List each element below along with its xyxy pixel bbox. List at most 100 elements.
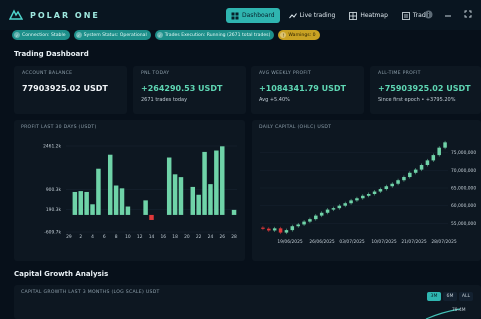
profit-bar[interactable] (220, 146, 225, 215)
candle[interactable] (402, 177, 406, 181)
kpi-value: +264290.53 USDT (141, 84, 223, 93)
profit-bar[interactable] (196, 194, 201, 215)
candle[interactable] (431, 155, 436, 161)
candle[interactable] (390, 183, 394, 187)
candle[interactable] (302, 221, 306, 225)
candle[interactable] (378, 189, 383, 192)
chart-line-icon (288, 12, 297, 18)
page-title: Trading Dashboard (14, 50, 89, 58)
profit-bar[interactable] (231, 209, 237, 215)
x-tick-label: 14 (149, 234, 155, 240)
profit-bar[interactable] (90, 204, 95, 215)
profit-bar[interactable] (149, 214, 154, 220)
status-trades-execution: ✓ Trades Execution: Running (2671 total … (154, 30, 275, 40)
kpi-value: 77903925.02 USDT (22, 84, 108, 93)
candle[interactable] (314, 215, 318, 220)
profit-bar[interactable] (125, 206, 131, 215)
x-tick-label: 26 (219, 234, 225, 240)
candle[interactable] (361, 195, 365, 199)
grid-icon (349, 11, 358, 20)
candle[interactable] (319, 212, 324, 216)
nav-dashboard[interactable]: Dashboard (226, 8, 280, 23)
x-tick-label: 2 (79, 234, 82, 240)
x-tick-label: 28 (231, 234, 237, 240)
y-tick-label: 2461.2k (43, 144, 61, 150)
candle[interactable] (284, 230, 289, 233)
range-3m-button[interactable]: 3M (427, 292, 441, 301)
status-bar: ✓ Connection: Stable ✓ System Status: Op… (12, 30, 320, 40)
profit-bar[interactable] (214, 150, 219, 215)
maximize-icon[interactable] (463, 9, 473, 19)
candle[interactable] (272, 228, 277, 231)
y-tick-label: 190.3k (46, 207, 62, 213)
candle[interactable] (349, 200, 353, 204)
y-tick-label: 65,000,000 (451, 186, 476, 192)
candle[interactable] (443, 142, 447, 148)
profit-bar[interactable] (72, 191, 78, 215)
profit-bar[interactable] (208, 184, 213, 215)
profit-bar-chart: 2461.2k 900.3k 190.3k -609.7k 29 2 4 6 8 10 12… (43, 144, 237, 241)
candle[interactable] (408, 172, 412, 178)
logo-icon (8, 7, 24, 23)
kpi-label: ALL-TIME PROFIT (378, 71, 421, 76)
candle[interactable] (337, 205, 342, 209)
capital-growth-title: Capital Growth Analysis (14, 270, 109, 278)
kpi-avg-weekly-profit: AVG WEEKLY PROFIT +1084341.79 USDT Avg +… (251, 66, 364, 114)
candle[interactable] (278, 228, 283, 233)
candle[interactable] (296, 224, 300, 227)
kpi-pnl-today: PNL TODAY +264290.53 USDT 2671 trades to… (133, 66, 246, 114)
nav-live-trading[interactable]: Live trading (284, 8, 341, 23)
profit-bar[interactable] (172, 174, 178, 215)
candle[interactable] (290, 226, 295, 231)
candle[interactable] (261, 227, 265, 229)
x-tick-label: 19/06/2025 (277, 239, 303, 245)
candle[interactable] (419, 165, 424, 170)
range-all-button[interactable]: ALL (459, 292, 473, 301)
x-tick-label: 18 (172, 234, 178, 240)
profit-bar[interactable] (96, 168, 101, 215)
status-system: ✓ System Status: Operational (73, 30, 151, 40)
y-tick-label: 70,000,000 (451, 168, 476, 174)
profit-bar[interactable] (143, 200, 148, 215)
status-system-label: System Status: Operational (83, 32, 147, 38)
candle[interactable] (372, 191, 377, 195)
profit-bar[interactable] (107, 154, 113, 215)
x-tick-label: 12 (137, 234, 143, 240)
candle[interactable] (413, 169, 418, 173)
capital-ohlc-chart: 75,000,000 70,000,000 65,000,000 60,000,… (260, 140, 476, 245)
profit-bar[interactable] (202, 151, 207, 215)
candle[interactable] (343, 203, 347, 206)
capital-growth-panel: CAPITAL GROWTH LAST 3 MONTHS (LOG SCALE)… (14, 285, 481, 319)
candle[interactable] (355, 198, 359, 201)
profit-bar[interactable] (178, 177, 184, 215)
candle[interactable] (366, 194, 371, 196)
candle[interactable] (384, 186, 389, 190)
x-tick-label: 29 (66, 234, 72, 240)
candle[interactable] (308, 219, 312, 222)
x-tick-label: 10/07/2025 (371, 239, 397, 245)
profit-bar[interactable] (84, 191, 89, 215)
x-tick-label: 16 (160, 234, 166, 240)
profit-bar[interactable] (190, 186, 196, 215)
y-tick-label: 75,000,000 (451, 150, 476, 156)
minimize-icon[interactable] (443, 9, 453, 19)
profit-bar[interactable] (119, 188, 125, 215)
x-tick-label: 26/06/2025 (309, 239, 335, 245)
kpi-value: +1084341.79 USDT (259, 84, 346, 93)
y-tick-label: -609.7k (44, 230, 61, 236)
candle[interactable] (425, 160, 430, 165)
candle[interactable] (396, 180, 400, 184)
candle[interactable] (267, 228, 271, 231)
candle[interactable] (325, 209, 330, 213)
profit-bar[interactable] (78, 191, 83, 215)
candle[interactable] (437, 147, 441, 156)
nav-heatmap[interactable]: Heatmap (344, 8, 393, 23)
x-tick-label: 03/07/2025 (339, 239, 365, 245)
profit-bar[interactable] (166, 157, 172, 215)
range-6m-button[interactable]: 6M (443, 292, 457, 301)
candle[interactable] (331, 208, 336, 210)
kpi-sub: 2671 trades today (141, 97, 188, 103)
info-icon[interactable] (423, 9, 433, 19)
profit-bar[interactable] (113, 185, 119, 215)
list-icon (401, 11, 410, 20)
